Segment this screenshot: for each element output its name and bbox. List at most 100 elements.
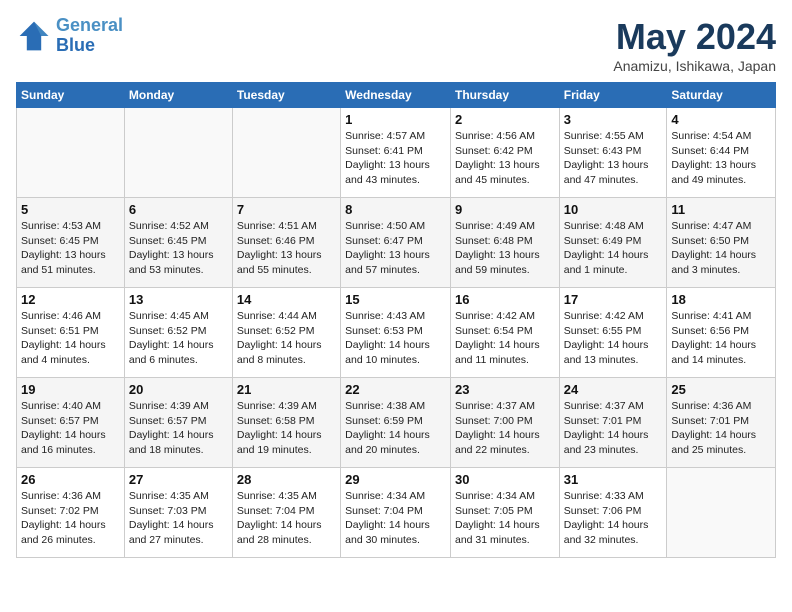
day-info: Sunrise: 4:50 AMSunset: 6:47 PMDaylight:… — [345, 219, 446, 278]
weekday-header-thursday: Thursday — [450, 83, 559, 108]
calendar-cell: 27Sunrise: 4:35 AMSunset: 7:03 PMDayligh… — [124, 468, 232, 558]
day-info: Sunrise: 4:39 AMSunset: 6:57 PMDaylight:… — [129, 399, 228, 458]
day-number: 17 — [564, 292, 663, 307]
day-number: 15 — [345, 292, 446, 307]
day-number: 10 — [564, 202, 663, 217]
day-number: 6 — [129, 202, 228, 217]
calendar-cell: 15 Sunrise: 4:43 AMSunset: 6:53 PMDayligh… — [341, 288, 451, 378]
day-info: Sunrise: 4:47 AMSunset: 6:50 PMDaylight:… — [671, 219, 771, 278]
calendar-cell: 24Sunrise: 4:37 AMSunset: 7:01 PMDayligh… — [559, 378, 667, 468]
calendar-cell: 19 Sunrise: 4:40 AMSunset: 6:57 PMDayligh… — [17, 378, 125, 468]
day-number: 31 — [564, 472, 663, 487]
logo-text: GeneralBlue — [56, 16, 123, 56]
day-info: Sunrise: 4:54 AMSunset: 6:44 PMDaylight:… — [671, 129, 771, 188]
calendar-cell — [124, 108, 232, 198]
day-info: Sunrise: 4:42 AMSunset: 6:54 PMDaylight:… — [455, 309, 555, 368]
day-info: Sunrise: 4:37 AMSunset: 7:00 PMDaylight:… — [455, 399, 555, 458]
page-header: GeneralBlue May 2024 Anamizu, Ishikawa, … — [16, 16, 776, 74]
day-info: Sunrise: 4:35 AMSunset: 7:04 PMDaylight:… — [237, 489, 336, 548]
weekday-header-saturday: Saturday — [667, 83, 776, 108]
day-number: 22 — [345, 382, 446, 397]
day-number: 25 — [671, 382, 771, 397]
day-info: Sunrise: 4:46 AMSunset: 6:51 PMDaylight:… — [21, 309, 120, 368]
logo: GeneralBlue — [16, 16, 123, 56]
calendar-cell: 14 Sunrise: 4:44 AMSunset: 6:52 PMDayligh… — [232, 288, 340, 378]
day-info: Sunrise: 4:41 AMSunset: 6:56 PMDaylight:… — [671, 309, 771, 368]
day-info: Sunrise: 4:45 AMSunset: 6:52 PMDaylight:… — [129, 309, 228, 368]
day-number: 2 — [455, 112, 555, 127]
calendar-cell: 3 Sunrise: 4:55 AMSunset: 6:43 PMDaylight… — [559, 108, 667, 198]
day-number: 18 — [671, 292, 771, 307]
calendar-week-row: 12Sunrise: 4:46 AMSunset: 6:51 PMDayligh… — [17, 288, 776, 378]
weekday-header-monday: Monday — [124, 83, 232, 108]
day-info: Sunrise: 4:39 AMSunset: 6:58 PMDaylight:… — [237, 399, 336, 458]
calendar-cell: 11 Sunrise: 4:47 AMSunset: 6:50 PMDayligh… — [667, 198, 776, 288]
weekday-header-wednesday: Wednesday — [341, 83, 451, 108]
day-number: 7 — [237, 202, 336, 217]
day-number: 13 — [129, 292, 228, 307]
day-number: 23 — [455, 382, 555, 397]
calendar-cell: 12Sunrise: 4:46 AMSunset: 6:51 PMDayligh… — [17, 288, 125, 378]
calendar-cell: 4 Sunrise: 4:54 AMSunset: 6:44 PMDaylight… — [667, 108, 776, 198]
calendar-cell: 6 Sunrise: 4:52 AMSunset: 6:45 PMDaylight… — [124, 198, 232, 288]
calendar-cell: 28 Sunrise: 4:35 AMSunset: 7:04 PMDayligh… — [232, 468, 340, 558]
day-number: 26 — [21, 472, 120, 487]
calendar-cell — [17, 108, 125, 198]
weekday-header-friday: Friday — [559, 83, 667, 108]
day-number: 19 — [21, 382, 120, 397]
calendar-cell: 16 Sunrise: 4:42 AMSunset: 6:54 PMDayligh… — [450, 288, 559, 378]
day-info: Sunrise: 4:49 AMSunset: 6:48 PMDaylight:… — [455, 219, 555, 278]
month-title: May 2024 — [613, 16, 776, 58]
calendar-week-row: 5Sunrise: 4:53 AMSunset: 6:45 PMDaylight… — [17, 198, 776, 288]
calendar-cell: 20 Sunrise: 4:39 AMSunset: 6:57 PMDayligh… — [124, 378, 232, 468]
calendar-week-row: 26Sunrise: 4:36 AMSunset: 7:02 PMDayligh… — [17, 468, 776, 558]
calendar-cell: 21 Sunrise: 4:39 AMSunset: 6:58 PMDayligh… — [232, 378, 340, 468]
day-number: 14 — [237, 292, 336, 307]
day-info: Sunrise: 4:52 AMSunset: 6:45 PMDaylight:… — [129, 219, 228, 278]
calendar-cell: 23 Sunrise: 4:37 AMSunset: 7:00 PMDayligh… — [450, 378, 559, 468]
calendar-cell: 1Sunrise: 4:57 AMSunset: 6:41 PMDaylight… — [341, 108, 451, 198]
calendar-cell: 9 Sunrise: 4:49 AMSunset: 6:48 PMDaylight… — [450, 198, 559, 288]
title-block: May 2024 Anamizu, Ishikawa, Japan — [613, 16, 776, 74]
calendar-cell: 29 Sunrise: 4:34 AMSunset: 7:04 PMDayligh… — [341, 468, 451, 558]
calendar-cell: 26Sunrise: 4:36 AMSunset: 7:02 PMDayligh… — [17, 468, 125, 558]
day-number: 20 — [129, 382, 228, 397]
day-number: 11 — [671, 202, 771, 217]
weekday-header-row: SundayMondayTuesdayWednesdayThursdayFrid… — [17, 83, 776, 108]
day-info: Sunrise: 4:55 AMSunset: 6:43 PMDaylight:… — [564, 129, 663, 188]
day-info: Sunrise: 4:57 AMSunset: 6:41 PMDaylight:… — [345, 129, 446, 188]
day-number: 30 — [455, 472, 555, 487]
day-number: 9 — [455, 202, 555, 217]
calendar-cell: 18 Sunrise: 4:41 AMSunset: 6:56 PMDayligh… — [667, 288, 776, 378]
day-number: 21 — [237, 382, 336, 397]
day-info: Sunrise: 4:43 AMSunset: 6:53 PMDaylight:… — [345, 309, 446, 368]
day-info: Sunrise: 4:51 AMSunset: 6:46 PMDaylight:… — [237, 219, 336, 278]
day-info: Sunrise: 4:37 AMSunset: 7:01 PMDaylight:… — [564, 399, 663, 458]
calendar-cell: 7 Sunrise: 4:51 AMSunset: 6:46 PMDaylight… — [232, 198, 340, 288]
day-info: Sunrise: 4:40 AMSunset: 6:57 PMDaylight:… — [21, 399, 120, 458]
calendar-cell: 17Sunrise: 4:42 AMSunset: 6:55 PMDayligh… — [559, 288, 667, 378]
day-number: 3 — [564, 112, 663, 127]
calendar-cell — [667, 468, 776, 558]
calendar-cell: 10 Sunrise: 4:48 AMSunset: 6:49 PMDayligh… — [559, 198, 667, 288]
day-number: 8 — [345, 202, 446, 217]
calendar-cell: 13 Sunrise: 4:45 AMSunset: 6:52 PMDayligh… — [124, 288, 232, 378]
day-info: Sunrise: 4:33 AMSunset: 7:06 PMDaylight:… — [564, 489, 663, 548]
day-number: 29 — [345, 472, 446, 487]
logo-icon — [16, 18, 52, 54]
day-info: Sunrise: 4:34 AMSunset: 7:05 PMDaylight:… — [455, 489, 555, 548]
day-number: 5 — [21, 202, 120, 217]
calendar-table: SundayMondayTuesdayWednesdayThursdayFrid… — [16, 82, 776, 558]
location-subtitle: Anamizu, Ishikawa, Japan — [613, 58, 776, 74]
weekday-header-tuesday: Tuesday — [232, 83, 340, 108]
day-number: 16 — [455, 292, 555, 307]
day-info: Sunrise: 4:34 AMSunset: 7:04 PMDaylight:… — [345, 489, 446, 548]
day-info: Sunrise: 4:48 AMSunset: 6:49 PMDaylight:… — [564, 219, 663, 278]
day-number: 28 — [237, 472, 336, 487]
calendar-cell: 5Sunrise: 4:53 AMSunset: 6:45 PMDaylight… — [17, 198, 125, 288]
day-number: 4 — [671, 112, 771, 127]
calendar-cell — [232, 108, 340, 198]
calendar-cell: 8 Sunrise: 4:50 AMSunset: 6:47 PMDaylight… — [341, 198, 451, 288]
day-number: 27 — [129, 472, 228, 487]
day-info: Sunrise: 4:44 AMSunset: 6:52 PMDaylight:… — [237, 309, 336, 368]
